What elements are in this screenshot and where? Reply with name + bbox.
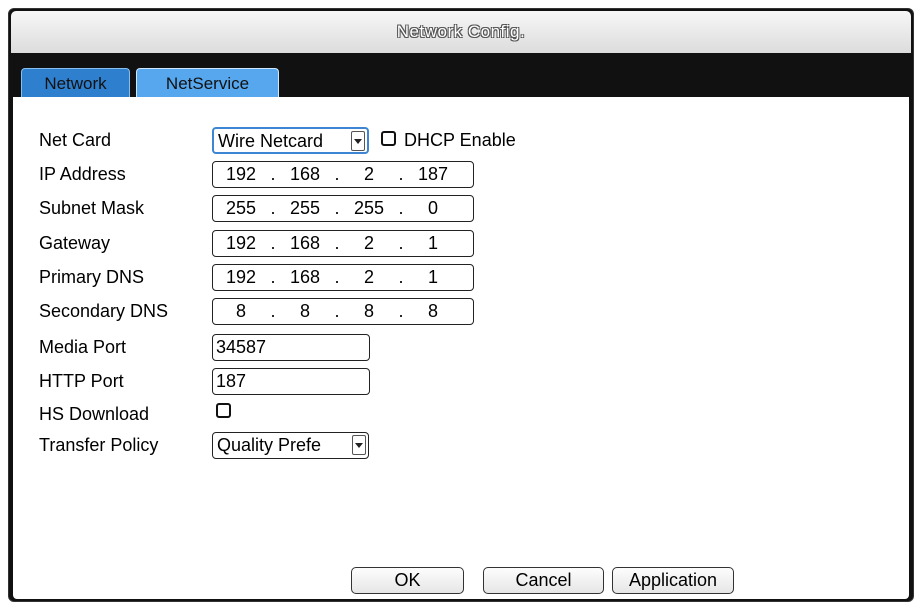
dhcp-enable-checkbox[interactable] [381, 131, 396, 146]
ip-octet[interactable]: 1 [407, 265, 459, 290]
ip-octet[interactable]: 255 [279, 196, 331, 221]
primary-dns-row: Primary DNS 192. 168. 2. 1 [13, 264, 909, 292]
subnet-mask-label: Subnet Mask [39, 198, 145, 218]
ip-octet[interactable]: 8 [215, 299, 267, 324]
network-settings-panel: Net Card Wire Netcard DHCP Enable IP Add… [13, 97, 909, 599]
dhcp-enable-label: DHCP Enable [404, 130, 516, 150]
ip-octet[interactable]: 0 [407, 196, 459, 221]
ip-octet[interactable]: 1 [407, 231, 459, 256]
http-port-row: HTTP Port 187 [13, 368, 909, 396]
ip-octet[interactable]: 8 [407, 299, 459, 324]
subnet-mask-row: Subnet Mask 255. 255. 255. 0 [13, 195, 909, 223]
ip-octet[interactable]: 192 [215, 265, 267, 290]
secondary-dns-row: Secondary DNS 8.8.8.8 [13, 298, 909, 326]
ok-button[interactable]: OK [351, 567, 464, 594]
tab-bar: Network NetService [9, 53, 913, 97]
ip-octet[interactable]: 168 [279, 265, 331, 290]
ip-octet[interactable]: 2 [343, 162, 395, 187]
ip-octet[interactable]: 192 [215, 162, 267, 187]
hs-download-checkbox[interactable] [216, 403, 231, 418]
ip-octet[interactable]: 168 [279, 162, 331, 187]
ip-octet[interactable]: 255 [215, 196, 267, 221]
ip-octet[interactable]: 8 [279, 299, 331, 324]
gateway-field[interactable]: 192. 168. 2. 1 [212, 230, 474, 257]
hs-download-row: HS Download [13, 401, 909, 429]
http-port-field[interactable]: 187 [212, 368, 370, 395]
net-card-select[interactable]: Wire Netcard [212, 127, 369, 154]
media-port-label: Media Port [39, 337, 127, 357]
tab-netservice[interactable]: NetService [136, 68, 279, 97]
chevron-down-icon[interactable] [352, 435, 366, 455]
transfer-policy-row: Transfer Policy Quality Prefe [13, 432, 909, 460]
transfer-policy-value: Quality Prefe [217, 435, 322, 455]
ip-octet[interactable]: 192 [215, 231, 267, 256]
application-button[interactable]: Application [612, 567, 734, 594]
cancel-button[interactable]: Cancel [483, 567, 604, 594]
subnet-mask-field[interactable]: 255. 255. 255. 0 [212, 195, 474, 222]
ip-address-field[interactable]: 192. 168. 2. 187 [212, 161, 474, 188]
transfer-policy-label: Transfer Policy [39, 435, 159, 455]
ip-octet[interactable]: 255 [343, 196, 395, 221]
ip-octet[interactable]: 2 [343, 231, 395, 256]
primary-dns-label: Primary DNS [39, 267, 145, 287]
media-port-field[interactable]: 34587 [212, 334, 370, 361]
ip-octet[interactable]: 2 [343, 265, 395, 290]
ip-address-label: IP Address [39, 164, 126, 184]
net-card-row: Net Card Wire Netcard DHCP Enable [13, 127, 909, 155]
chevron-down-icon[interactable] [351, 131, 365, 151]
tab-network[interactable]: Network [21, 68, 130, 97]
http-port-label: HTTP Port [39, 371, 124, 391]
gateway-row: Gateway 192. 168. 2. 1 [13, 230, 909, 258]
ip-octet[interactable]: 168 [279, 231, 331, 256]
hs-download-label: HS Download [39, 404, 150, 424]
primary-dns-field[interactable]: 192. 168. 2. 1 [212, 264, 474, 291]
gateway-label: Gateway [39, 233, 111, 253]
ip-octet[interactable]: 187 [407, 162, 459, 187]
transfer-policy-select[interactable]: Quality Prefe [212, 432, 369, 459]
secondary-dns-field[interactable]: 8.8.8.8 [212, 298, 474, 325]
net-card-value: Wire Netcard [218, 131, 324, 151]
ip-octet[interactable]: 8 [343, 299, 395, 324]
net-card-label: Net Card [39, 130, 112, 150]
window-title: Network Config. [11, 11, 911, 53]
network-config-window: Network Config. Network NetService Net C… [8, 8, 914, 602]
media-port-row: Media Port 34587 [13, 334, 909, 362]
ip-address-row: IP Address 192. 168. 2. 187 [13, 161, 909, 189]
secondary-dns-label: Secondary DNS [39, 301, 169, 321]
